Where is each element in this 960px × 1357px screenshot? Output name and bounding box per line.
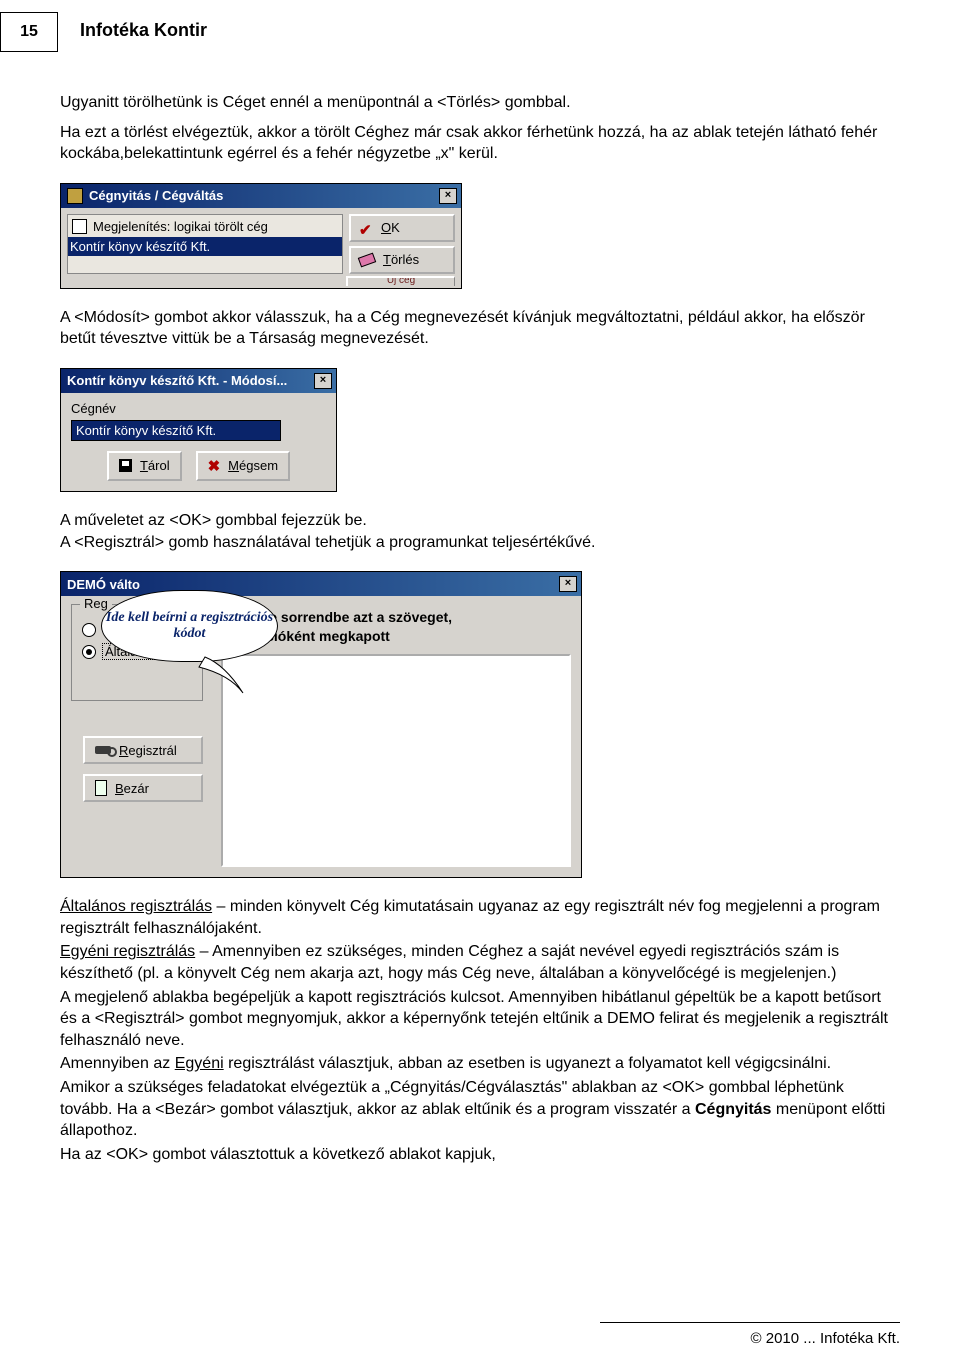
paragraph: A műveletet az <OK> gombbal fejezzük be. [60,510,900,532]
dialog-modosit: Kontír könyv készítő Kft. - Módosí... × … [60,368,337,492]
paragraph: Általános regisztrálás – minden könyvelt… [60,896,900,939]
app-icon [67,188,83,204]
list-pane: Megjelenítés: logikai törölt cég Kontír … [67,214,343,274]
close-icon[interactable]: × [439,188,457,204]
footer-copyright: © 2010 ... Infotéka Kft. [751,1330,900,1347]
cegnev-field[interactable]: Kontír könyv készítő Kft. [71,420,281,441]
key-icon [95,746,111,754]
close-icon[interactable]: × [559,576,577,592]
save-icon [119,459,132,472]
window-title: Kontír könyv készítő Kft. - Módosí... [67,373,287,388]
dialog-demo-valtozat: DEMÓ válto × Reg Egyé Általános [60,571,582,878]
page-number: 15 [0,12,58,52]
group-title: Reg [80,596,112,611]
paragraph: Amikor a szükséges feladatokat elvégeztü… [60,1077,900,1142]
delete-button[interactable]: Törlés [349,246,455,274]
paragraph: A <Regisztrál> gomb használatával tehetj… [60,532,900,554]
paragraph: Ha ezt a törlést elvégeztük, akkor a tör… [60,122,900,165]
field-label-cegnev: Cégnév [71,401,326,416]
paragraph: Ha az <OK> gombot választottuk a követke… [60,1144,900,1166]
radio-icon [82,623,96,637]
callout-bubble: Ide kell beírni a regisztrációs kódot [101,590,278,662]
close-button[interactable]: Bezár [83,774,203,802]
eraser-icon [358,252,376,267]
paragraph: Amennyiben az Egyéni regisztrálást válas… [60,1053,900,1075]
registration-code-textarea[interactable] [221,654,571,867]
window-title: DEMÓ válto [67,577,140,592]
save-button[interactable]: Tárol [107,451,182,481]
titlebar: DEMÓ válto × [61,572,581,596]
list-item-selected[interactable]: Kontír könyv készítő Kft. [68,237,342,256]
paragraph: Egyéni regisztrálás – Amennyiben ez szük… [60,941,900,984]
paragraph: A megjelenő ablakba begépeljük a kapott … [60,987,900,1052]
door-icon [95,780,107,796]
bubble-tail-icon [195,655,255,695]
titlebar: Kontír könyv készítő Kft. - Módosí... × [61,369,336,393]
checkbox-label: Megjelenítés: logikai törölt cég [93,219,268,234]
paragraph: A <Módosít> gombot akkor válasszuk, ha a… [60,307,900,350]
cancel-button[interactable]: ✖ Mégsem [196,451,290,481]
ok-button[interactable]: ✔ OK [349,214,455,242]
document-title: Infotéka Kontir [80,12,207,41]
dialog-cegnyitas: Cégnyitás / Cégváltás × Megjelenítés: lo… [60,183,462,289]
cancel-icon: ✖ [208,457,221,475]
check-icon: ✔ [359,221,373,235]
titlebar: Cégnyitás / Cégváltás × [61,184,461,208]
footer-divider [600,1322,900,1323]
new-company-button-cut: Új cég [346,276,455,286]
paragraph: Ugyanitt törölhetünk is Céget ennél a me… [60,92,900,114]
checkbox[interactable] [72,219,87,234]
window-title: Cégnyitás / Cégváltás [89,188,223,203]
close-icon[interactable]: × [314,373,332,389]
radio-icon [82,645,96,659]
register-button[interactable]: Regisztrál [83,736,203,764]
